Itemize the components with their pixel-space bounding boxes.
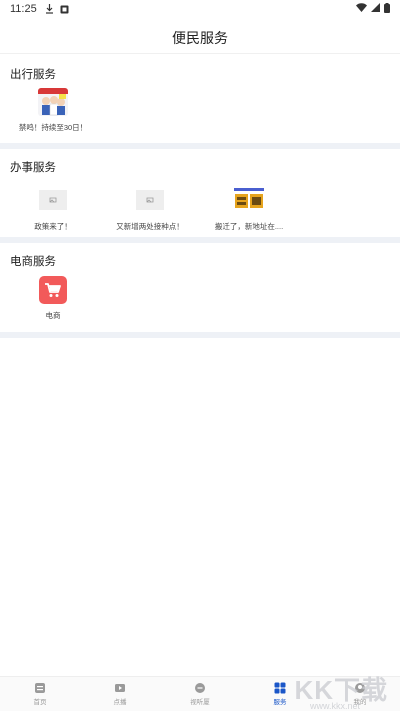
wifi-icon [356,3,367,15]
section-ecommerce: 电商服务 电商 [0,243,400,333]
grid-icon [274,682,286,694]
image-placeholder-icon [135,185,165,215]
tab-media[interactable]: 视听厦 [160,677,240,711]
tab-label: 首页 [33,699,47,706]
tab-label: 点播 [113,699,127,706]
page-title-bar: 便民服务 [0,22,400,54]
service-thumbnail [38,88,68,116]
watermark-url: www.kkx.net [309,701,360,711]
chat-bubble-icon [194,682,206,694]
section-title: 电商服务 [10,256,56,268]
video-play-icon [114,682,126,694]
status-bar: 11:25 [0,0,400,18]
section-affairs: 办事服务 政策来了！ 又新增两处接种点！ 搬迁了，新地址在.... [0,149,400,237]
home-doc-icon [34,682,46,694]
tab-vod[interactable]: 点播 [80,677,160,711]
status-time: 11:25 [10,3,37,15]
signal-icon [371,3,380,15]
tab-home[interactable]: 首页 [0,677,80,711]
service-tile[interactable]: 禁鸣！持续至30日！ [0,88,113,133]
service-label: 电商 [45,311,61,320]
service-thumbnail [234,185,264,215]
battery-icon [384,2,390,16]
service-tile[interactable]: 搬迁了，新地址在.... [189,185,309,232]
section-travel: 出行服务 禁鸣！持续至30日！ [0,56,400,144]
service-label: 禁鸣！持续至30日！ [18,123,88,132]
tab-label: 视听厦 [190,699,210,706]
page-title: 便民服务 [172,29,228,46]
tab-label: 服务 [273,699,287,706]
service-label: 搬迁了，新地址在.... [214,222,284,231]
service-label: 又新增两处接种点！ [116,222,184,231]
section-title: 办事服务 [10,162,56,174]
image-placeholder-icon [38,185,68,215]
download-icon [45,4,54,14]
notification-icon [60,5,69,14]
shopping-cart-icon [39,276,67,304]
ecommerce-tile[interactable]: 电商 [0,276,113,321]
service-label: 政策来了！ [34,222,72,231]
section-title: 出行服务 [10,69,56,81]
section-divider [0,332,400,338]
